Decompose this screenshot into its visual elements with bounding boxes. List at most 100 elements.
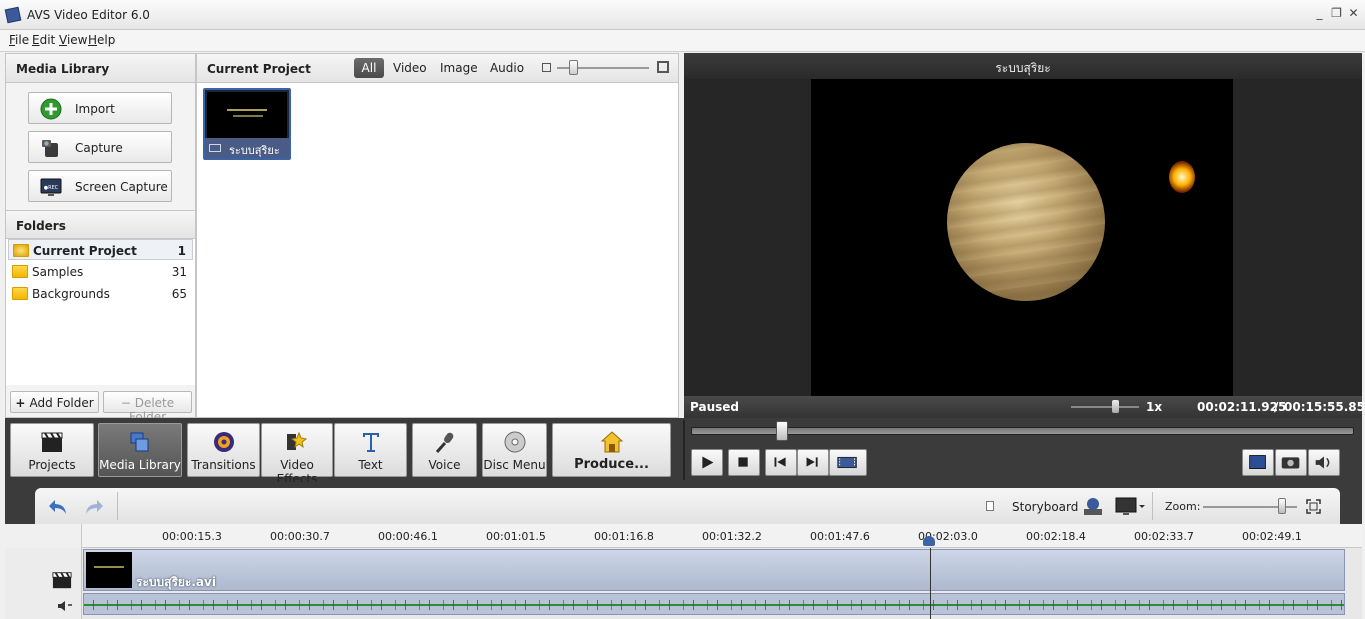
undo-icon[interactable] [47, 497, 69, 517]
large-thumb-icon [657, 61, 669, 73]
menu-help[interactable]: Help [88, 33, 115, 47]
zoom-slider-handle[interactable] [1278, 498, 1286, 514]
previous-frame-button[interactable] [765, 449, 797, 476]
storyboard-toggle-icon[interactable] [986, 501, 994, 511]
timeline-toolbar-inner: Storyboard Zoom: [35, 488, 1340, 524]
snapshot-button[interactable] [1275, 449, 1307, 476]
svg-text:●REC: ●REC [44, 185, 59, 191]
ruler-tick: 00:00:30.7 [270, 530, 330, 543]
folders-list: Current Project 1 Samples 31 Backgrounds… [6, 239, 195, 385]
video-clip[interactable]: ระบบสุริยะ.avi [83, 549, 1345, 591]
redo-icon[interactable] [83, 497, 105, 517]
stop-icon [738, 457, 748, 467]
audio-track-speaker-icon[interactable] [57, 599, 73, 613]
seek-bar-handle[interactable] [776, 421, 788, 441]
thumb-size-slider-handle[interactable] [569, 60, 578, 75]
audio-track-icon[interactable] [1081, 495, 1105, 519]
disc-menu-button[interactable]: Disc Menu [482, 423, 547, 477]
produce-button[interactable]: Produce... [552, 423, 671, 477]
voice-button[interactable]: Voice [412, 423, 477, 477]
folder-samples[interactable]: Samples 31 [8, 261, 193, 282]
ruler-tick: 00:02:49.1 [1242, 530, 1302, 543]
gear-folder-icon [13, 244, 29, 257]
filter-all-tab[interactable]: All [354, 58, 384, 78]
screen-capture-label: Screen Capture [75, 180, 168, 194]
main-toolbar: Projects Media Library Transitions Video… [5, 418, 1362, 486]
restore-button[interactable]: ❐ [1330, 7, 1343, 20]
monitor-rec-icon: ●REC [40, 178, 62, 196]
capture-button[interactable]: Capture [28, 131, 172, 163]
clapperboard-icon [41, 432, 63, 452]
filter-audio-tab[interactable]: Audio [489, 58, 525, 78]
next-frame-button[interactable] [797, 449, 829, 476]
plus-icon: + [15, 396, 30, 410]
screen-capture-button[interactable]: ●REC Screen Capture [28, 170, 172, 202]
light-flare [1169, 161, 1195, 193]
preview-panel: ระบบสุริยะ Paused 1x 00:02:11.925 / 00:1… [684, 53, 1365, 418]
media-library-button[interactable]: Media Library [98, 423, 182, 477]
video-camera-icon [209, 144, 221, 152]
preview-window-button[interactable] [1242, 449, 1274, 476]
media-thumbnail[interactable]: ระบบสุริยะ [203, 88, 291, 160]
clip-name: ระบบสุริยะ.avi [136, 575, 216, 589]
timeline-ruler[interactable]: 00:00:15.3 00:00:30.7 00:00:46.1 00:01:0… [5, 524, 1362, 548]
window-title: AVS Video Editor 6.0 [27, 8, 150, 22]
media-library-panel: Media Library Import Capture ●REC Screen… [5, 53, 196, 424]
close-button[interactable]: ✕ [1347, 7, 1360, 20]
import-button[interactable]: Import [28, 92, 172, 124]
play-icon [702, 456, 714, 469]
playback-status: Paused [690, 400, 739, 414]
filter-video-tab[interactable]: Video [393, 58, 427, 78]
fit-to-window-icon[interactable] [1306, 499, 1321, 514]
capture-label: Capture [75, 141, 123, 155]
current-project-panel: Current Project All Video Image Audio ระ… [196, 53, 679, 418]
folder-backgrounds[interactable]: Backgrounds 65 [8, 283, 193, 304]
speed-slider-handle[interactable] [1112, 400, 1119, 413]
filter-image-tab[interactable]: Image [440, 58, 478, 78]
folder-icon [12, 287, 28, 300]
divider [1152, 492, 1153, 520]
magic-wand-icon [287, 431, 308, 450]
play-button[interactable] [691, 449, 723, 476]
thumbnail-caption: ระบบสุริยะ [205, 138, 289, 158]
storyboard-label[interactable]: Storyboard [1012, 500, 1078, 514]
menu-edit[interactable]: Edit [32, 33, 55, 47]
text-button[interactable]: Text [334, 423, 407, 477]
seek-bar[interactable] [691, 427, 1354, 435]
speed-slider[interactable] [1071, 406, 1139, 408]
transitions-button[interactable]: Transitions [187, 423, 260, 477]
ruler-tick: 00:01:32.2 [702, 530, 762, 543]
speaker-icon [1315, 456, 1330, 469]
playhead-line [930, 548, 931, 619]
ruler-tick: 00:01:16.8 [594, 530, 654, 543]
video-effects-button[interactable]: Video Effects [261, 423, 333, 486]
video-track-clapper-icon [52, 572, 72, 589]
fullscreen-preview-button[interactable] [829, 449, 867, 476]
menu-file[interactable]: File [9, 33, 29, 47]
playhead-handle[interactable] [923, 536, 935, 546]
volume-button[interactable] [1308, 449, 1340, 476]
menu-view[interactable]: View [59, 33, 87, 47]
monitor-dropdown-icon[interactable] [1115, 495, 1145, 519]
clip-thumbnail [86, 552, 132, 588]
film-stack-icon [130, 432, 149, 452]
add-folder-button[interactable]: + Add Folder [10, 391, 99, 413]
current-time: 00:02:11.925 [1197, 400, 1287, 414]
folder-current-project[interactable]: Current Project 1 [8, 239, 193, 260]
microphone-icon [435, 432, 453, 453]
audio-waveform[interactable] [83, 593, 1345, 615]
preview-title: ระบบสุริยะ [684, 53, 1362, 79]
minimize-button[interactable]: _ [1313, 7, 1326, 20]
video-display[interactable] [811, 79, 1233, 396]
camcorder-icon [42, 140, 58, 157]
skip-back-icon [774, 457, 786, 467]
delete-folder-button[interactable]: − Delete Folder [103, 391, 192, 424]
stop-button[interactable] [728, 449, 760, 476]
menu-bar: File Edit View Help [0, 30, 1365, 52]
skip-forward-icon [806, 457, 818, 467]
playback-speed: 1x [1146, 400, 1163, 414]
projects-button[interactable]: Projects [10, 423, 94, 477]
app-logo-icon [4, 6, 22, 24]
preview-status-bar: Paused 1x 00:02:11.925 / 00:15:55.852 [684, 396, 1365, 418]
waveform-peaks [84, 600, 1344, 610]
